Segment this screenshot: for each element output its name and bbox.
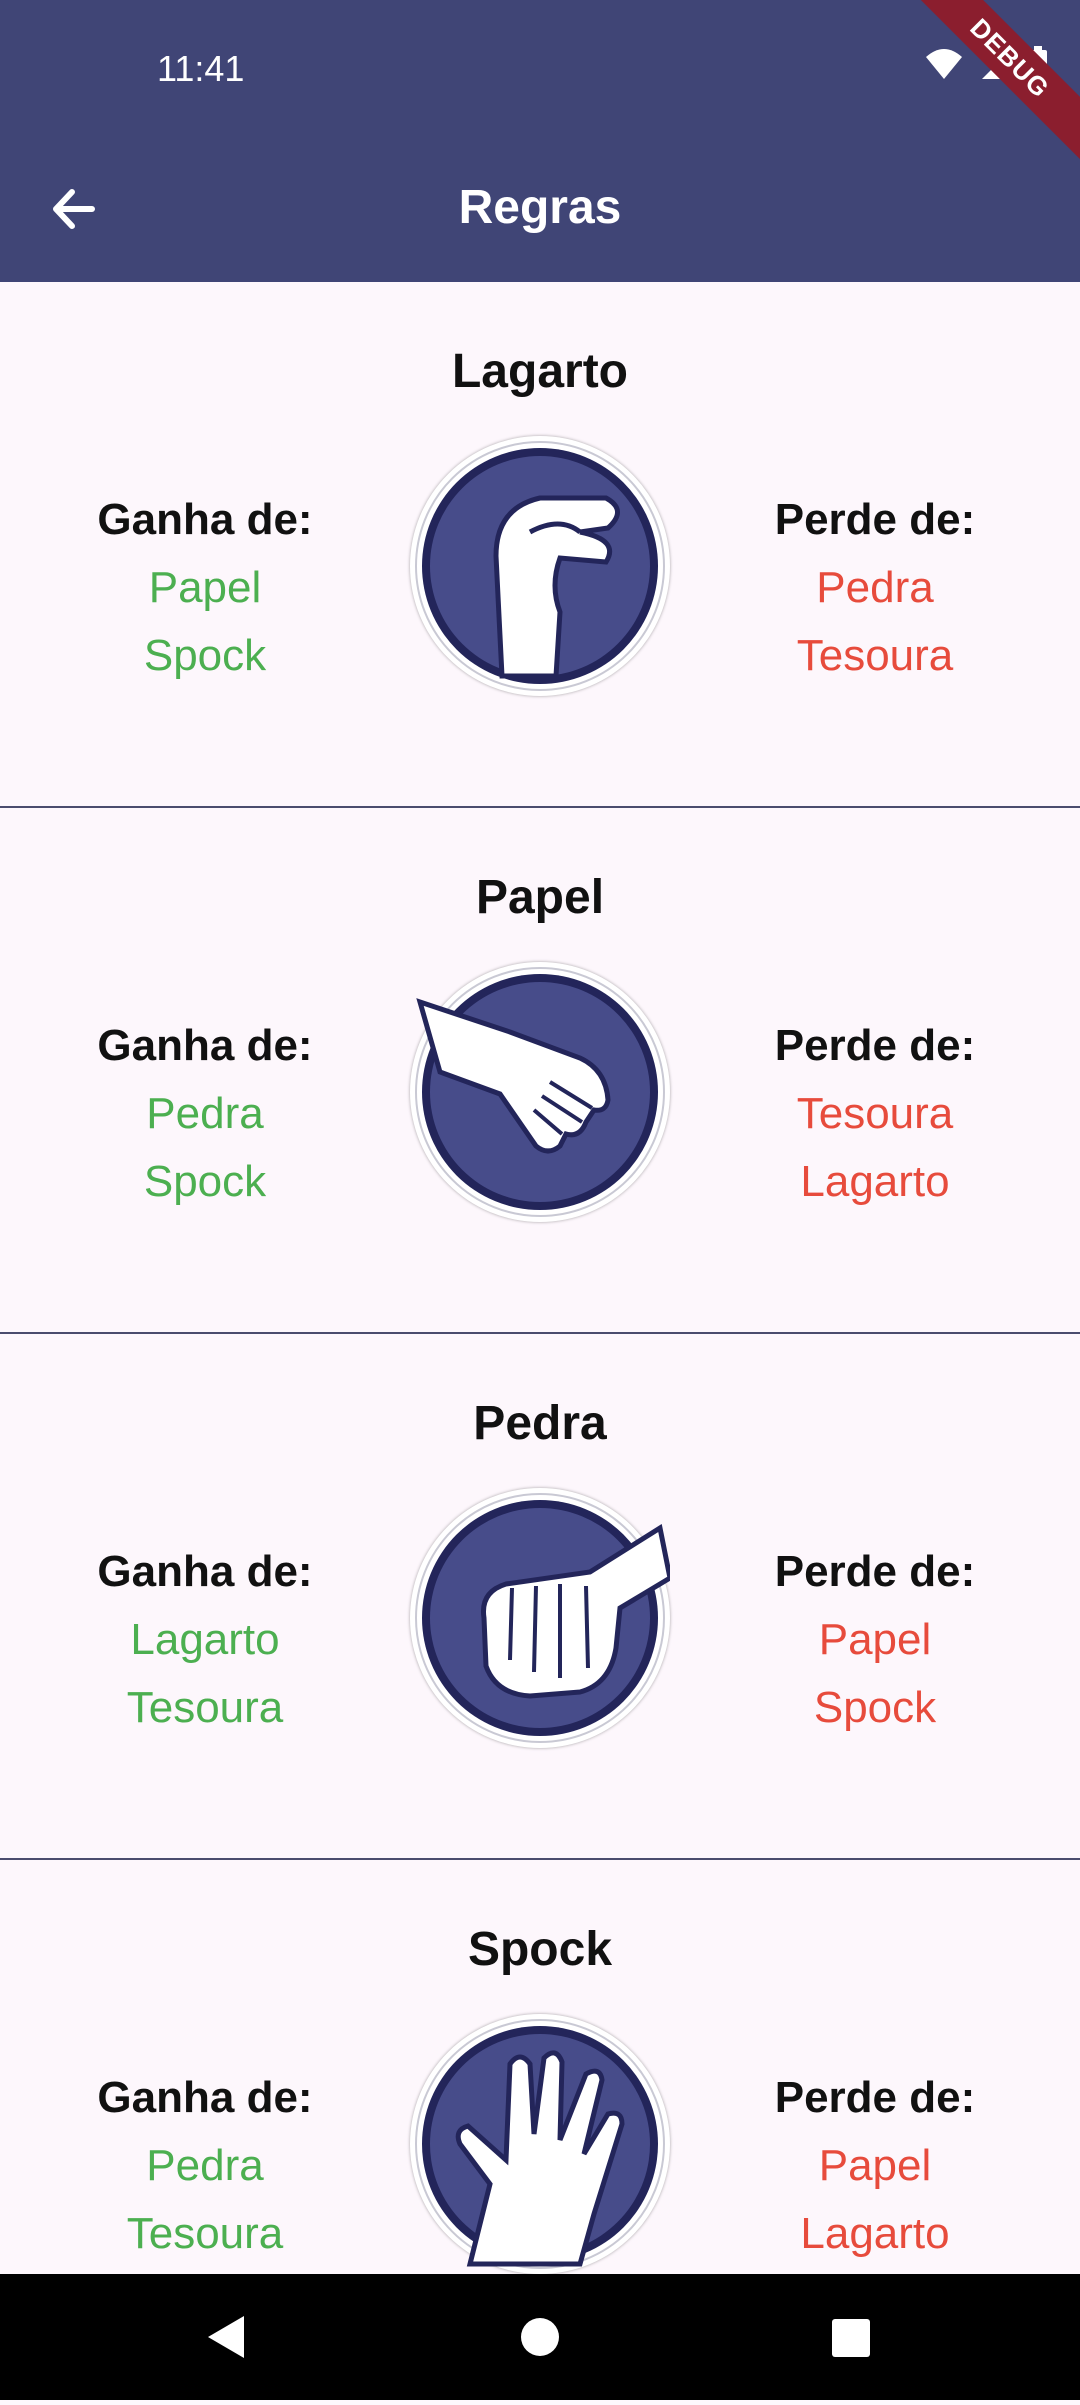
loses-label: Perde de: — [774, 1547, 976, 1596]
lizard-hand-icon — [410, 436, 670, 696]
spock-hand-icon — [410, 2014, 670, 2274]
wins-item: Tesoura — [126, 1683, 284, 1732]
wins-item: Spock — [143, 631, 267, 680]
rule-title: Spock — [467, 1923, 613, 1976]
wins-label: Ganha de: — [97, 1547, 313, 1596]
loses-column: Perde de: Tesoura Lagarto — [725, 1021, 1025, 1225]
loses-item: Lagarto — [800, 2209, 950, 2258]
loses-item: Papel — [818, 2141, 932, 2190]
loses-label: Perde de: — [774, 1021, 976, 1070]
loses-item: Tesoura — [796, 1089, 954, 1138]
wins-label: Ganha de: — [97, 2073, 313, 2122]
wifi-icon — [926, 49, 962, 79]
loses-label: Perde de: — [774, 495, 976, 544]
rule-card-pedra: Pedra Ganha de: Lagarto Tesoura Perde de… — [0, 1334, 1080, 1860]
wins-label: Ganha de: — [97, 1021, 313, 1070]
rule-title: Pedra — [473, 1397, 607, 1450]
app-bar: 11:41 DEBUG Regras — [0, 0, 1080, 282]
loses-column: Perde de: Pedra Tesoura — [725, 495, 1025, 699]
nav-recents-icon — [832, 2319, 870, 2357]
debug-banner: DEBUG — [895, 0, 1080, 173]
wins-column: Ganha de: Pedra Spock — [55, 1021, 355, 1225]
wins-item: Spock — [143, 1157, 267, 1206]
wins-item: Papel — [148, 563, 262, 612]
system-nav-bar — [0, 2274, 1080, 2400]
nav-recents-button[interactable] — [790, 2274, 910, 2400]
nav-home-icon — [521, 2318, 559, 2356]
rules-list: Lagarto Ganha de: Papel Spock Perde de: … — [0, 282, 1080, 2386]
rule-card-lagarto: Lagarto Ganha de: Papel Spock Perde de: … — [0, 282, 1080, 808]
loses-item: Spock — [813, 1683, 937, 1732]
loses-column: Perde de: Papel Spock — [725, 1547, 1025, 1751]
loses-item: Papel — [818, 1615, 932, 1664]
rock-fist-icon — [410, 1488, 670, 1748]
nav-back-button[interactable] — [166, 2274, 286, 2400]
loses-column: Perde de: Papel Lagarto — [725, 2073, 1025, 2277]
rule-title: Papel — [475, 871, 605, 924]
wins-item: Pedra — [146, 2141, 264, 2190]
nav-back-icon — [208, 2316, 244, 2358]
wins-label: Ganha de: — [97, 495, 313, 544]
loses-item: Lagarto — [800, 1157, 950, 1206]
loses-item: Tesoura — [796, 631, 954, 680]
paper-hand-icon — [410, 962, 670, 1222]
loses-item: Pedra — [816, 563, 934, 612]
wins-column: Ganha de: Pedra Tesoura — [55, 2073, 355, 2277]
rule-title: Lagarto — [451, 345, 628, 398]
loses-label: Perde de: — [774, 2073, 976, 2122]
nav-home-button[interactable] — [480, 2274, 600, 2400]
page-title: Regras — [458, 181, 622, 234]
wins-column: Ganha de: Papel Spock — [55, 495, 355, 699]
wins-item: Pedra — [146, 1089, 264, 1138]
status-time: 11:41 — [157, 48, 245, 89]
wins-item: Tesoura — [126, 2209, 284, 2258]
rule-card-papel: Papel Ganha de: Pedra Spock Perde de: Te… — [0, 808, 1080, 1334]
wins-item: Lagarto — [130, 1615, 280, 1664]
wins-column: Ganha de: Lagarto Tesoura — [55, 1547, 355, 1751]
